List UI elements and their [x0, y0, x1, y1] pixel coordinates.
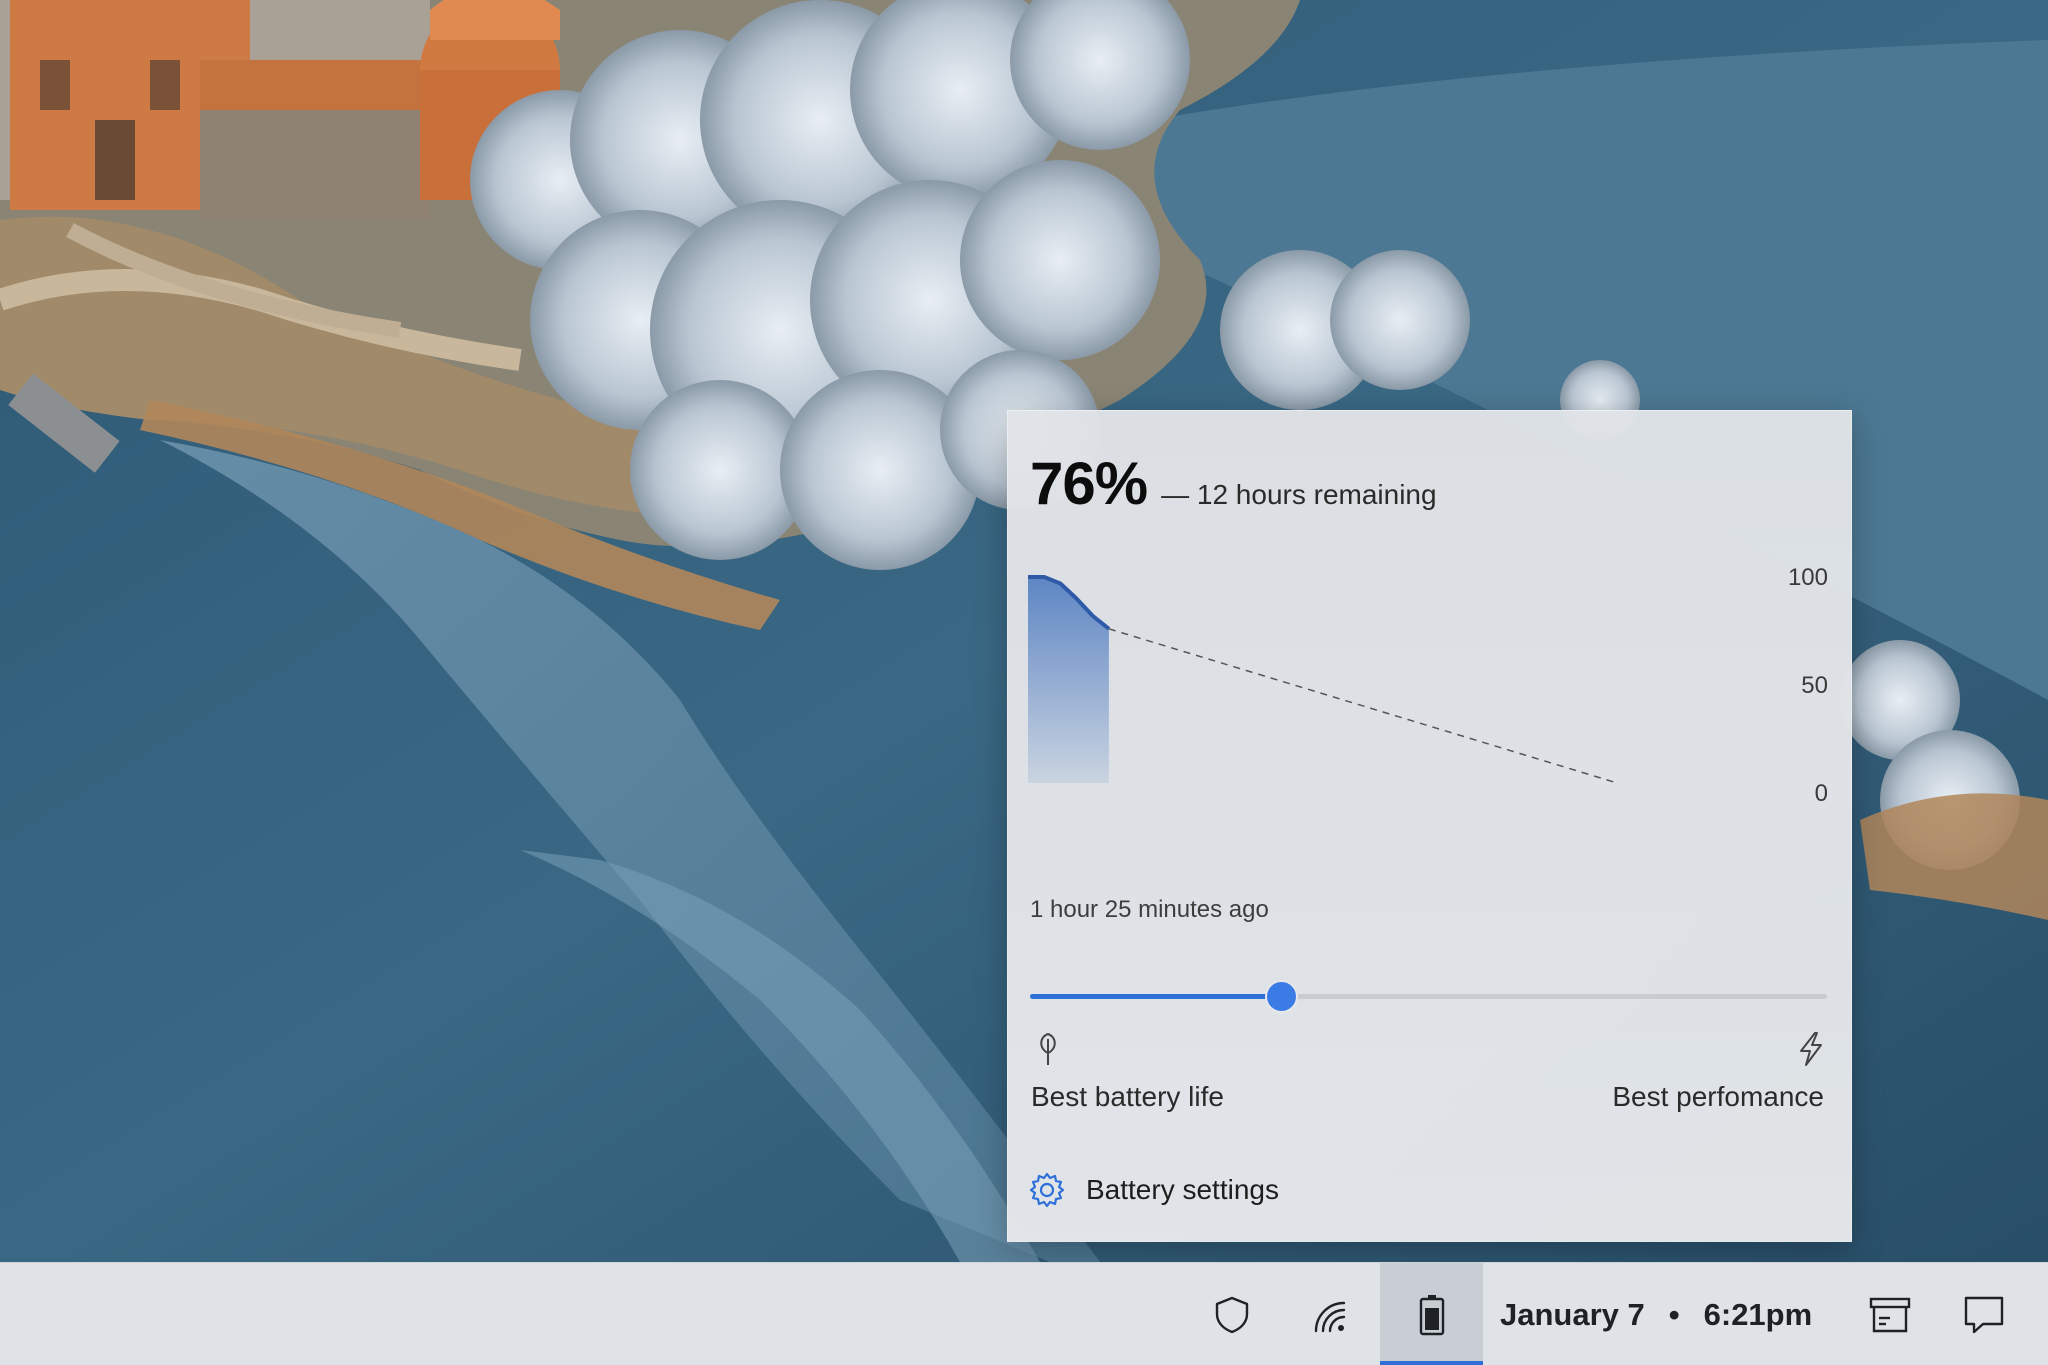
notification-center-button[interactable]	[1950, 1263, 2018, 1365]
y-tick-label: 100	[1788, 564, 1828, 591]
battery-percentage: 76%	[1030, 450, 1148, 517]
y-tick-label: 0	[1815, 780, 1828, 807]
battery-tray-button[interactable]	[1380, 1263, 1483, 1365]
wifi-icon	[1314, 1301, 1346, 1332]
battery-icon	[1419, 1294, 1444, 1335]
battery-flyout: 76% — 12 hours remaining 100 50 0 1 hour…	[1007, 410, 1852, 1242]
news-tray-button[interactable]	[1856, 1263, 1924, 1365]
lightning-bolt-icon	[1800, 1032, 1822, 1066]
leaf-icon	[1040, 1032, 1056, 1065]
shield-icon	[1215, 1296, 1249, 1333]
taskbar-time: 6:21pm	[1703, 1296, 1813, 1332]
battery-projection-line	[1108, 628, 1615, 783]
security-tray-button[interactable]	[1198, 1263, 1266, 1365]
best-performance-label: Best perfomance	[1612, 1081, 1824, 1112]
date-time-separator: •	[1668, 1296, 1680, 1332]
active-indicator	[1380, 1361, 1483, 1365]
taskbar: January 7 • 6:21pm	[0, 1262, 2048, 1365]
battery-time-remaining: — 12 hours remaining	[1161, 479, 1437, 510]
battery-usage-chart: 100 50 0	[1028, 564, 1828, 807]
chart-time-label: 1 hour 25 minutes ago	[1030, 896, 1269, 923]
gear-icon	[1029, 1172, 1065, 1208]
taskbar-clock[interactable]: January 7 • 6:21pm	[1500, 1263, 1812, 1365]
history-fill	[1028, 577, 1109, 783]
power-mode-slider[interactable]	[1030, 976, 1827, 1016]
battery-status-header: 76% — 12 hours remaining	[1030, 449, 1437, 518]
slider-thumb[interactable]	[1265, 980, 1299, 1013]
news-icon	[1869, 1297, 1911, 1332]
battery-history-area	[1028, 575, 1111, 783]
taskbar-date: January 7	[1500, 1296, 1645, 1332]
y-tick-label: 50	[1801, 672, 1828, 699]
battery-settings-link[interactable]: Battery settings	[1028, 1171, 1279, 1209]
network-tray-button[interactable]	[1296, 1263, 1364, 1365]
best-battery-life-label: Best battery life	[1031, 1081, 1224, 1112]
battery-settings-label: Battery settings	[1086, 1174, 1279, 1205]
slider-fill	[1030, 994, 1282, 999]
projection-line	[1108, 628, 1615, 783]
notification-icon	[1964, 1296, 2004, 1333]
